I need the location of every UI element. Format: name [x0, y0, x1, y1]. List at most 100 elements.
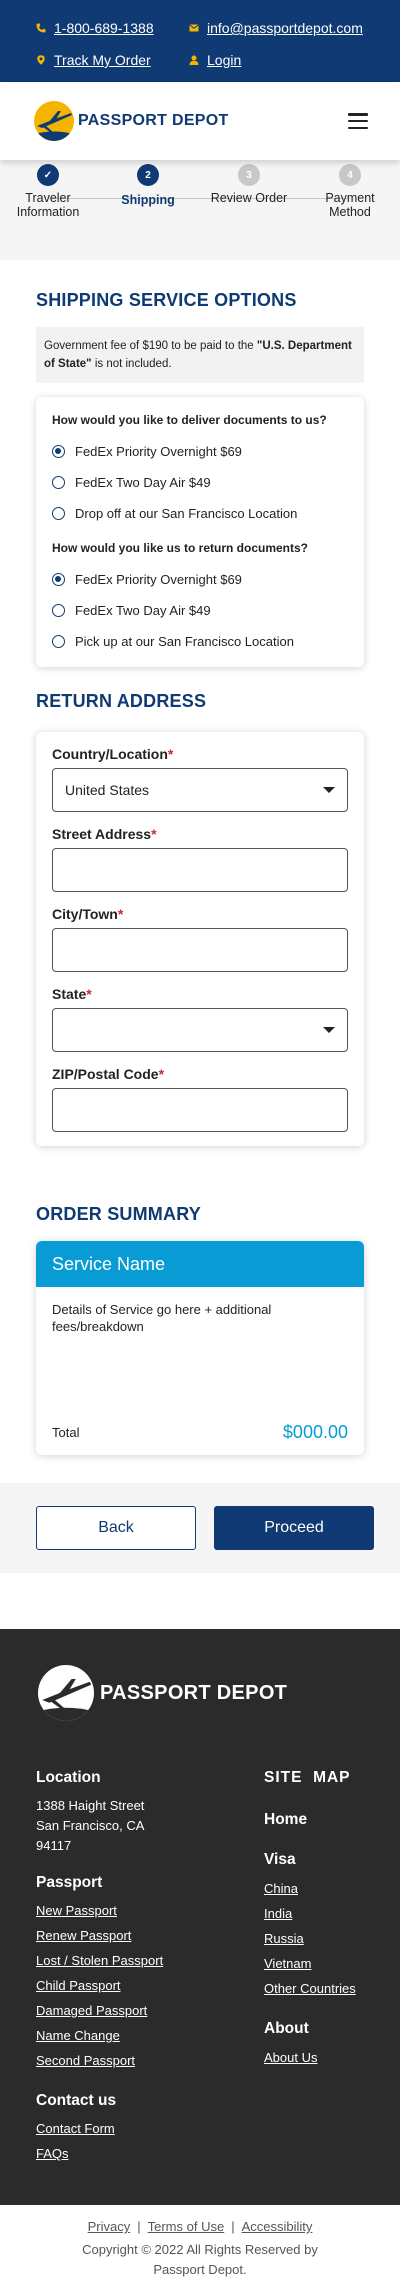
radio-selected[interactable] — [52, 573, 65, 586]
order-summary-title: ORDER SUMMARY — [36, 1204, 201, 1224]
return-option-overnight[interactable]: FedEx Priority Overnight $69 — [52, 564, 348, 595]
airplane-icon — [38, 1679, 94, 1721]
footer-link-vietnam[interactable]: Vietnam — [264, 1954, 384, 1979]
footer-link-china[interactable]: China — [264, 1879, 384, 1904]
required-mark: * — [158, 1066, 165, 1082]
footer-link-new-passport[interactable]: New Passport — [36, 1901, 236, 1926]
step-review-order[interactable]: 3 Review Order — [204, 160, 294, 205]
checkmark-icon: ✓ — [37, 164, 59, 186]
zip-label: ZIP/Postal Code* — [52, 1066, 165, 1082]
notice-text-pre: Government fee of $190 to be paid to the — [44, 340, 257, 352]
radio-unselected[interactable] — [52, 635, 65, 648]
deliver-option-drop-off[interactable]: Drop off at our San Francisco Location — [52, 498, 348, 529]
sitemap-heading: SITE MAP — [264, 1769, 351, 1786]
site-logo[interactable]: PASSPORT DEPOT — [34, 101, 229, 141]
address-line: San Francisco, CA — [36, 1818, 145, 1833]
summary-body: Details of Service go here + additional … — [36, 1287, 364, 1455]
hamburger-menu-icon[interactable] — [348, 113, 368, 129]
footer-link-contact-form[interactable]: Contact Form — [36, 2119, 236, 2144]
government-fee-notice: Government fee of $190 to be paid to the… — [36, 327, 364, 383]
footer-logo[interactable]: PASSPORT DEPOT — [38, 1665, 287, 1721]
back-button[interactable]: Back — [36, 1506, 196, 1550]
street-label: Street Address* — [52, 826, 157, 842]
required-mark: * — [117, 906, 124, 922]
footer-link-faqs[interactable]: FAQs — [36, 2144, 236, 2169]
legal-bar: Privacy | Terms of Use | Accessibility C… — [0, 2205, 400, 2293]
deliver-question: How would you like to deliver documents … — [52, 413, 327, 427]
step-number: 4 — [339, 164, 361, 186]
footer-link-other-countries[interactable]: Other Countries — [264, 1979, 384, 2004]
return-address-title: RETURN ADDRESS — [36, 691, 207, 711]
email-link[interactable]: info@passportdepot.com — [189, 20, 363, 36]
shipping-options-card: How would you like to deliver documents … — [36, 397, 364, 667]
footer-left-column: Location 1388 Haight Street San Francisc… — [36, 1769, 236, 2169]
footer-link-second-passport[interactable]: Second Passport — [36, 2051, 236, 2076]
zip-input[interactable] — [52, 1088, 348, 1132]
step-label: Shipping — [121, 193, 175, 207]
logo-wordmark: PASSPORT DEPOT — [78, 112, 229, 129]
address-line: 94117 — [36, 1838, 72, 1853]
footer-link-russia[interactable]: Russia — [264, 1929, 384, 1954]
track-order-label[interactable]: Track My Order — [54, 52, 151, 68]
radio-selected[interactable] — [52, 445, 65, 458]
order-summary-card: Service Name Details of Service go here … — [36, 1241, 364, 1455]
return-option-pick-up[interactable]: Pick up at our San Francisco Location — [52, 626, 348, 657]
phone-link[interactable]: 1-800-689-1388 — [36, 20, 189, 36]
option-label: FedEx Priority Overnight $69 — [75, 572, 242, 587]
login-link[interactable]: Login — [189, 52, 241, 68]
proceed-button[interactable]: Proceed — [214, 1506, 374, 1550]
option-label: FedEx Two Day Air $49 — [75, 475, 211, 490]
terms-link[interactable]: Terms of Use — [148, 2219, 225, 2234]
city-input[interactable] — [52, 928, 348, 972]
deliver-option-two-day[interactable]: FedEx Two Day Air $49 — [52, 467, 348, 498]
footer-link-home[interactable]: Home — [264, 1811, 384, 1829]
user-icon — [189, 55, 199, 65]
footer-link-renew-passport[interactable]: Renew Passport — [36, 1926, 236, 1951]
option-label: Pick up at our San Francisco Location — [75, 634, 294, 649]
footer-link-india[interactable]: India — [264, 1904, 384, 1929]
summary-total-row: Total $000.00 — [52, 1423, 348, 1441]
site-header: PASSPORT DEPOT — [0, 82, 400, 160]
track-order-link[interactable]: Track My Order — [36, 52, 189, 68]
radio-unselected[interactable] — [52, 476, 65, 489]
privacy-link[interactable]: Privacy — [88, 2219, 131, 2234]
step-traveler-information[interactable]: ✓ Traveler Information — [3, 160, 93, 219]
deliver-option-overnight[interactable]: FedEx Priority Overnight $69 — [52, 436, 348, 467]
chevron-down-icon — [323, 1027, 335, 1033]
location-heading: Location — [36, 1769, 101, 1786]
footer-link-lost-stolen-passport[interactable]: Lost / Stolen Passport — [36, 1951, 236, 1976]
address-line: 1388 Haight Street — [36, 1798, 145, 1813]
copyright-text: Copyright © 2022 All Rights Reserved by … — [82, 2242, 318, 2277]
return-option-two-day[interactable]: FedEx Two Day Air $49 — [52, 595, 348, 626]
step-shipping[interactable]: 2 Shipping — [103, 160, 193, 207]
step-payment-method[interactable]: 4 Payment Method — [305, 160, 395, 219]
required-mark: * — [151, 826, 157, 842]
footer-link-child-passport[interactable]: Child Passport — [36, 1976, 236, 2001]
state-select[interactable] — [52, 1008, 348, 1052]
footer-link-name-change[interactable]: Name Change — [36, 2026, 236, 2051]
phone-number[interactable]: 1-800-689-1388 — [54, 20, 154, 36]
step-number: 3 — [238, 164, 260, 186]
login-label[interactable]: Login — [207, 52, 241, 68]
footer-right-column: SITE MAP Home Visa China India Russia Vi… — [264, 1769, 384, 2073]
contact-links: Contact Form FAQs — [36, 2119, 236, 2169]
footer-link-damaged-passport[interactable]: Damaged Passport — [36, 2001, 236, 2026]
return-question: How would you like us to return document… — [52, 541, 309, 555]
email-address[interactable]: info@passportdepot.com — [207, 20, 363, 36]
total-label: Total — [52, 1425, 80, 1440]
step-label: Review Order — [210, 191, 288, 205]
footer-logo-wordmark: PASSPORT DEPOT — [100, 1681, 288, 1704]
legal-links: Privacy | Terms of Use | Accessibility — [0, 2219, 400, 2234]
street-address-input[interactable] — [52, 848, 348, 892]
passport-heading: Passport — [36, 1874, 103, 1891]
radio-unselected[interactable] — [52, 507, 65, 520]
logo-emblem — [34, 101, 74, 141]
shipping-section-title: SHIPPING SERVICE OPTIONS — [36, 290, 297, 310]
option-label: FedEx Two Day Air $49 — [75, 603, 211, 618]
location-pin-icon — [37, 55, 45, 65]
accessibility-link[interactable]: Accessibility — [242, 2219, 313, 2234]
radio-unselected[interactable] — [52, 604, 65, 617]
footer-link-about-us[interactable]: About Us — [264, 2048, 384, 2073]
country-select[interactable]: United States — [52, 768, 348, 812]
about-heading: About — [264, 2020, 309, 2037]
